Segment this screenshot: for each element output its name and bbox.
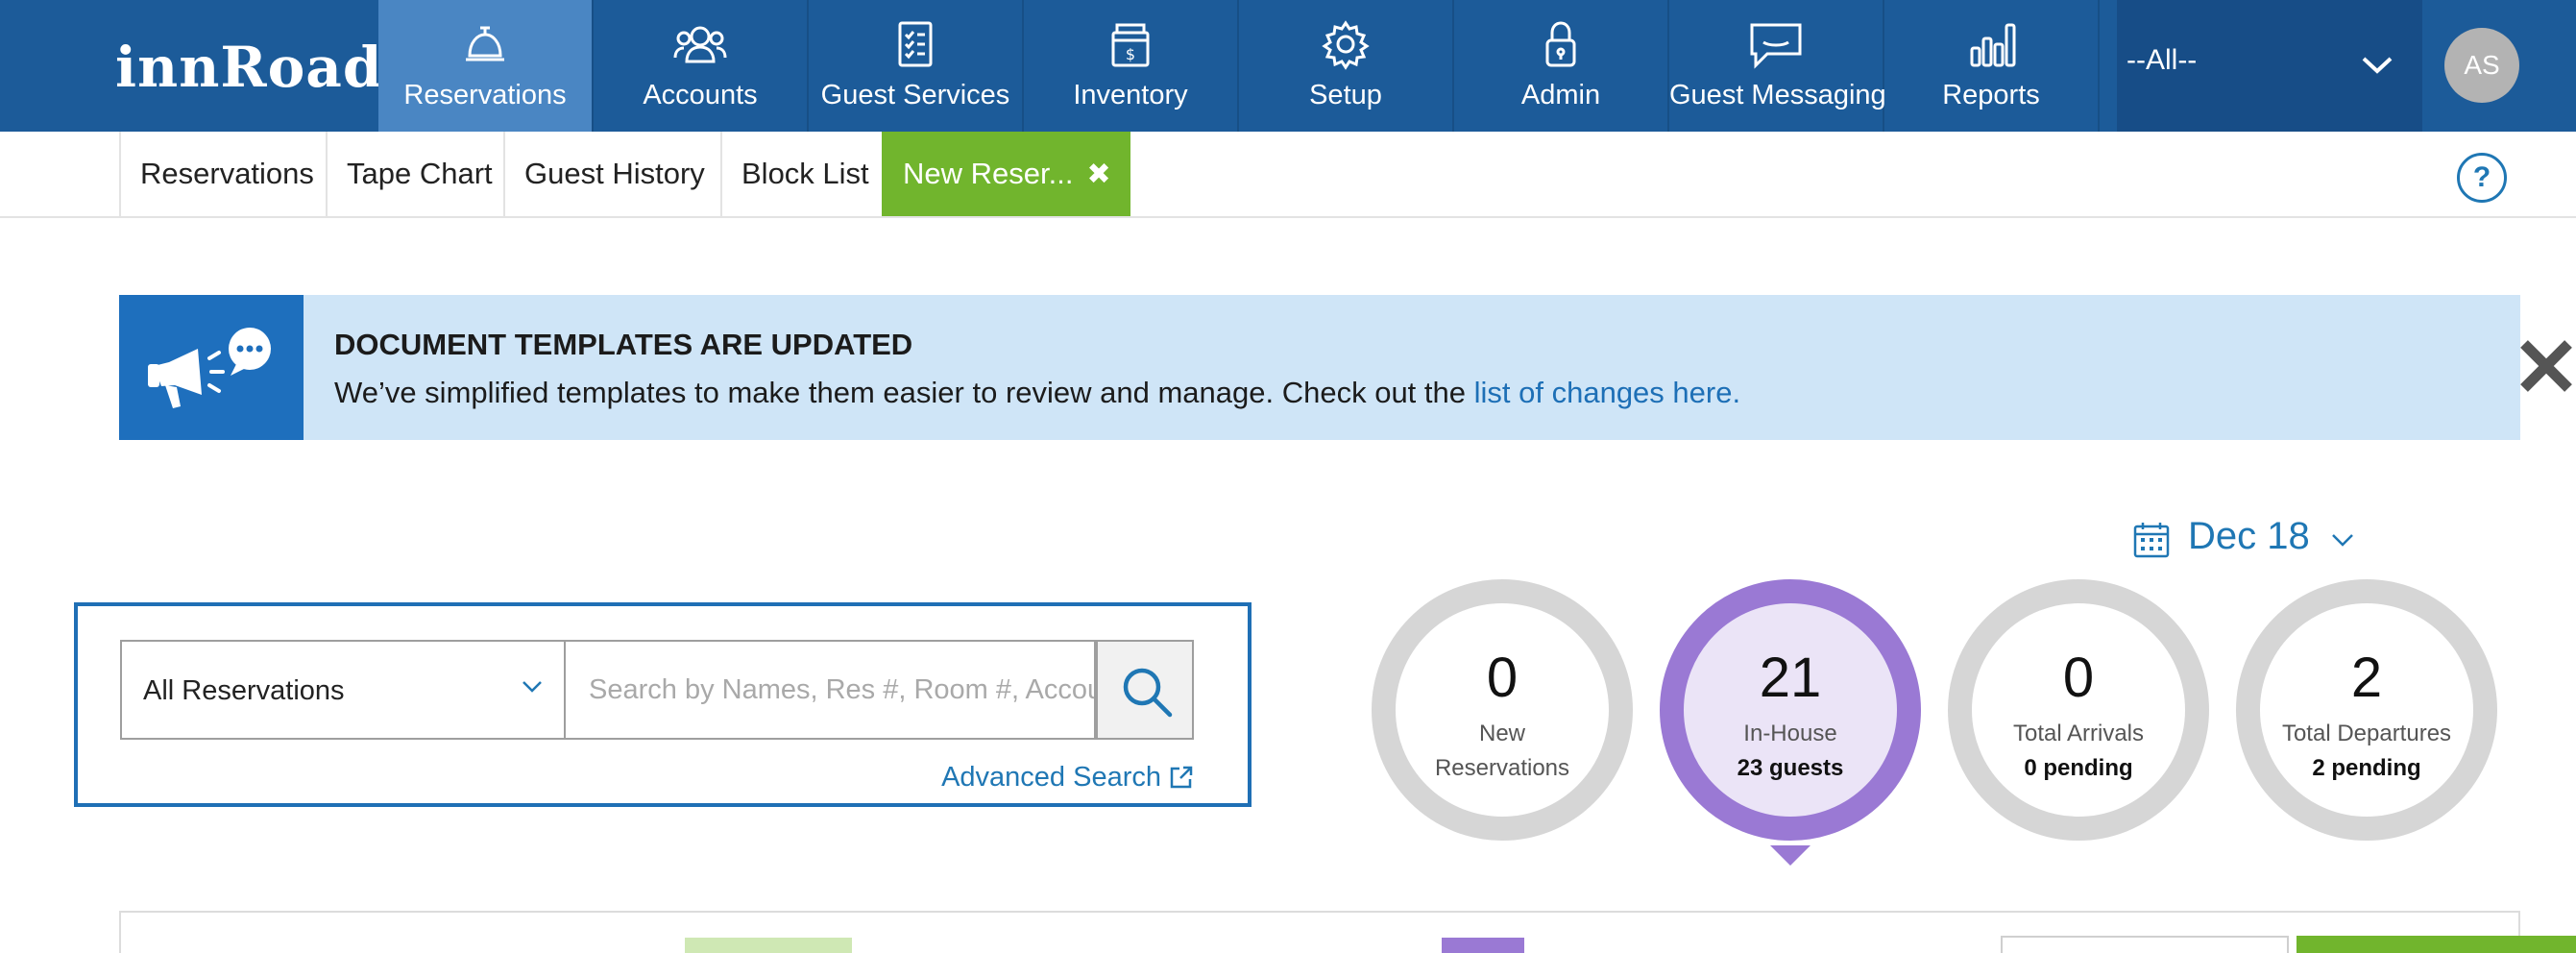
- nav-label-guest-services: Guest Services: [820, 80, 1010, 110]
- stat-label: New: [1478, 721, 1525, 746]
- stat-value: 0: [2062, 647, 2095, 709]
- chat-bubble-icon: [1750, 23, 1802, 69]
- nav-guest-messaging[interactable]: Guest Messaging: [1669, 0, 1886, 132]
- nav-setup[interactable]: Setup: [1239, 0, 1454, 132]
- sub-tab-bar: Reservations Tape Chart Guest History Bl…: [0, 132, 2576, 218]
- banner-body: We’ve simplified templates to make them …: [334, 376, 1466, 409]
- nav-inventory[interactable]: $ Inventory: [1024, 0, 1239, 132]
- stat-new-reservations[interactable]: 0 New Reservations: [1372, 579, 1633, 841]
- nav-guest-services[interactable]: Guest Services: [809, 0, 1024, 132]
- user-avatar[interactable]: AS: [2444, 28, 2519, 103]
- nav-label-reports: Reports: [1942, 80, 2040, 110]
- search-button[interactable]: [1096, 640, 1194, 740]
- reservation-filter-value: All Reservations: [143, 675, 345, 706]
- nav-label-setup: Setup: [1309, 80, 1382, 110]
- search-input[interactable]: [564, 640, 1096, 740]
- stat-label-line2: Reservations: [1434, 755, 1570, 781]
- status-chip: [1442, 938, 1524, 953]
- cash-register-icon: $: [1111, 23, 1150, 67]
- nav-reservations[interactable]: Reservations: [378, 0, 594, 132]
- subtab-tape-chart[interactable]: Tape Chart: [326, 132, 512, 216]
- subtab-label: Guest History: [524, 157, 705, 190]
- gear-icon: [1322, 20, 1370, 70]
- lock-icon: [1545, 21, 1576, 67]
- subtab-label: Tape Chart: [347, 157, 493, 190]
- nav-label-accounts: Accounts: [643, 80, 758, 110]
- secondary-button[interactable]: [2001, 936, 2289, 953]
- close-tab-icon[interactable]: ✖: [1086, 159, 1110, 190]
- app-root: innRoad Reservations Accounts Guest Serv…: [0, 0, 2576, 953]
- banner-icon-box: [119, 295, 304, 440]
- nav-accounts[interactable]: Accounts: [594, 0, 809, 132]
- stat-total-departures[interactable]: 2 Total Departures 2 pending: [2236, 579, 2497, 841]
- calendar-icon: [2133, 523, 2170, 558]
- nav-admin[interactable]: Admin: [1454, 0, 1669, 132]
- stat-subtext: 2 pending: [2312, 755, 2421, 781]
- status-chip: [685, 938, 852, 953]
- banner-changes-link[interactable]: list of changes here.: [1474, 376, 1740, 409]
- stat-total-arrivals[interactable]: 0 Total Arrivals 0 pending: [1948, 579, 2209, 841]
- banner-title: DOCUMENT TEMPLATES ARE UPDATED: [334, 328, 913, 361]
- top-nav-bar: innRoad Reservations Accounts Guest Serv…: [0, 0, 2576, 132]
- property-select-value: --All--: [2126, 44, 2198, 76]
- date-label: Dec 18: [2188, 515, 2310, 557]
- advanced-search-link[interactable]: Advanced Search: [941, 762, 1194, 794]
- search-panel: All Reservations Advanced Search: [74, 602, 1252, 807]
- stat-value: 21: [1759, 647, 1822, 709]
- subtab-new-reservation[interactable]: New Reser... ✖: [882, 132, 1130, 216]
- nav-label-reservations: Reservations: [403, 80, 567, 110]
- bar-chart-icon: [1970, 23, 2016, 67]
- stat-value: 0: [1486, 647, 1519, 709]
- subtab-block-list[interactable]: Block List: [720, 132, 890, 216]
- nav-label-inventory: Inventory: [1073, 80, 1188, 110]
- announcement-banner: DOCUMENT TEMPLATES ARE UPDATED We’ve sim…: [119, 295, 2572, 440]
- nav-reports[interactable]: Reports: [1884, 0, 2100, 132]
- chevron-down-icon: [2332, 534, 2353, 547]
- subtab-label: New Reser...: [903, 157, 1074, 190]
- stat-in-house[interactable]: 21 In-House 23 guests: [1660, 579, 1921, 841]
- svg-text:$: $: [1126, 45, 1135, 63]
- reservation-list-panel: [119, 911, 2576, 953]
- nav-label-admin: Admin: [1520, 80, 1601, 110]
- external-link-icon: [1170, 766, 1193, 789]
- subtab-reservations[interactable]: Reservations: [119, 132, 333, 216]
- stat-label: Total Departures: [2281, 721, 2452, 746]
- search-icon: [1123, 668, 1173, 718]
- property-select[interactable]: --All--: [2117, 0, 2422, 132]
- close-banner-icon[interactable]: [2516, 336, 2576, 396]
- reservation-filter-select[interactable]: All Reservations: [120, 640, 564, 740]
- stat-subtext: 0 pending: [2024, 755, 2133, 781]
- advanced-search-label: Advanced Search: [941, 762, 1161, 793]
- people-icon: [673, 26, 727, 63]
- chevron-down-icon: [2362, 57, 2393, 74]
- nav-label-guest-messaging: Guest Messaging: [1669, 80, 1886, 110]
- app-logo[interactable]: innRoad: [115, 29, 382, 106]
- active-stat-pointer: [1770, 845, 1810, 866]
- stat-label: In-House: [1743, 721, 1837, 746]
- help-button[interactable]: ?: [2457, 153, 2507, 203]
- banner-body-text: We’ve simplified templates to make them …: [334, 376, 1740, 410]
- stat-subtext: 23 guests: [1737, 755, 1844, 781]
- bell-icon: [466, 26, 504, 61]
- checklist-icon: [898, 21, 933, 67]
- stat-label: Total Arrivals: [2012, 721, 2145, 746]
- chevron-down-icon: [522, 681, 542, 693]
- subtab-guest-history[interactable]: Guest History: [503, 132, 724, 216]
- primary-button[interactable]: [2297, 936, 2576, 953]
- megaphone-icon: [148, 328, 271, 408]
- subtab-label: Block List: [741, 157, 869, 190]
- stat-value: 2: [2350, 647, 2383, 709]
- subtab-label: Reservations: [140, 157, 314, 190]
